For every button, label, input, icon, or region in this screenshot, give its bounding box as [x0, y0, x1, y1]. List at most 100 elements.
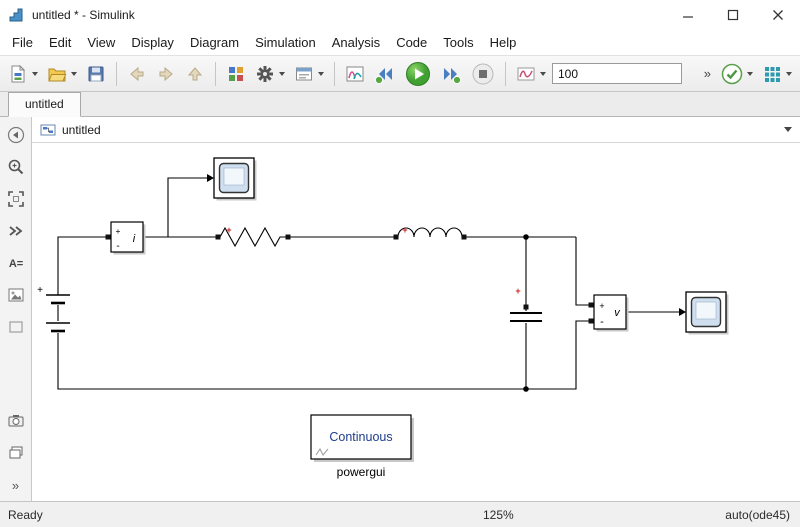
run-icon [406, 61, 430, 86]
tab-untitled[interactable]: untitled [8, 92, 81, 117]
junction-dot [523, 234, 529, 240]
gear-icon [257, 65, 273, 82]
model-configuration-button[interactable] [252, 60, 288, 88]
model-advisor-caret[interactable] [747, 71, 753, 76]
new-model-caret[interactable] [32, 71, 38, 76]
run-button[interactable] [402, 60, 434, 88]
status-solver[interactable]: auto(ode45) [725, 508, 790, 522]
image-button[interactable] [4, 283, 28, 307]
current-measurement-block[interactable]: + - i [110, 221, 146, 255]
step-back-button[interactable] [371, 60, 399, 88]
menu-help[interactable]: Help [482, 32, 525, 53]
close-button[interactable] [755, 0, 800, 30]
data-inspector-button[interactable] [342, 60, 368, 88]
stop-button[interactable] [468, 60, 498, 88]
scope-block-right[interactable] [685, 291, 729, 335]
hide-browser-button[interactable] [4, 123, 28, 147]
annotation-button[interactable]: A= [4, 251, 28, 275]
fit-to-view-button[interactable] [4, 187, 28, 211]
menu-view[interactable]: View [79, 32, 123, 53]
back-arrow-icon [130, 66, 144, 81]
model-advisor-button[interactable] [718, 60, 756, 88]
breadcrumb-dropdown-caret[interactable] [784, 127, 792, 132]
port-markers [105, 234, 594, 324]
build-grid-icon [765, 66, 780, 82]
save-button[interactable] [83, 60, 109, 88]
simulation-display-caret[interactable] [540, 71, 546, 76]
left-palette: A= » [0, 117, 32, 501]
maximize-button[interactable] [710, 0, 755, 30]
toolbar-separator [116, 61, 117, 86]
build-caret[interactable] [786, 71, 792, 76]
toolbar-separator [505, 61, 506, 86]
powergui-block[interactable]: Continuous powergui [310, 414, 414, 479]
double-arrow-icon [8, 226, 22, 236]
viewmarks-gallery-button[interactable] [4, 441, 28, 465]
palette-overflow-chevron[interactable]: » [4, 473, 28, 497]
status-state: Ready [8, 507, 43, 522]
powergui-name-label: powergui [337, 465, 386, 479]
model-settings-button[interactable] [291, 60, 327, 88]
capacitor-plus-label: + [515, 286, 520, 296]
box-icon [8, 321, 23, 333]
voltage-plus-label: + [599, 301, 604, 311]
title-bar: untitled * - Simulink [0, 0, 800, 30]
menu-tools[interactable]: Tools [435, 32, 481, 53]
voltage-measurement-block[interactable]: + - v [593, 294, 629, 332]
toolbar-separator [334, 61, 335, 86]
library-browser-icon [229, 66, 243, 81]
step-back-icon [375, 67, 392, 84]
model-canvas[interactable]: + + + + + - i + - v Continuous powergui [32, 143, 800, 501]
back-button[interactable] [124, 60, 150, 88]
menu-diagram[interactable]: Diagram [182, 32, 247, 53]
open-button[interactable] [44, 60, 80, 88]
stop-time-input[interactable] [552, 63, 682, 84]
capacitor-element[interactable] [510, 312, 542, 322]
circuit-wires[interactable] [57, 177, 680, 390]
viewmark-button[interactable] [4, 409, 28, 433]
image-icon [8, 288, 23, 302]
save-icon [88, 66, 104, 81]
current-plus-label: + [116, 226, 121, 236]
simulink-app-icon [8, 7, 26, 23]
signal-arrowhead [207, 174, 214, 182]
simulation-display-button[interactable] [513, 60, 549, 88]
toolbar-overflow-chevron[interactable]: » [700, 66, 715, 81]
step-forward-button[interactable] [437, 60, 465, 88]
toolbar: » [0, 55, 800, 92]
sample-time-button[interactable] [4, 219, 28, 243]
new-model-icon [11, 64, 26, 82]
stacked-views-icon [9, 446, 22, 459]
fit-view-icon [7, 191, 24, 207]
up-to-parent-button[interactable] [182, 60, 208, 88]
menu-simulation[interactable]: Simulation [247, 32, 324, 53]
scope-block-top[interactable] [213, 157, 257, 201]
model-file-icon [40, 124, 56, 135]
battery-plus-label: + [37, 285, 43, 296]
zoom-button[interactable] [4, 155, 28, 179]
open-caret[interactable] [71, 71, 77, 76]
new-model-button[interactable] [5, 60, 41, 88]
forward-arrow-icon [159, 66, 173, 81]
forward-button[interactable] [153, 60, 179, 88]
model-settings-caret[interactable] [318, 71, 324, 76]
area-box-button[interactable] [4, 315, 28, 339]
build-button[interactable] [759, 60, 795, 88]
menu-code[interactable]: Code [388, 32, 435, 53]
toolbar-separator [215, 61, 216, 86]
minimize-button[interactable] [665, 0, 710, 30]
menu-analysis[interactable]: Analysis [324, 32, 388, 53]
step-forward-icon [444, 67, 461, 84]
dc-voltage-source-block[interactable]: + [37, 285, 70, 333]
library-browser-button[interactable] [223, 60, 249, 88]
zoom-icon [8, 159, 23, 175]
close-icon [772, 10, 783, 20]
check-icon [721, 63, 743, 84]
panel-toggle-icon [7, 126, 24, 144]
model-configuration-caret[interactable] [279, 71, 285, 76]
menu-edit[interactable]: Edit [41, 32, 79, 53]
menu-display[interactable]: Display [123, 32, 182, 53]
breadcrumb-current[interactable]: untitled [62, 123, 101, 137]
inductor-plus-label: + [402, 225, 407, 235]
menu-file[interactable]: File [4, 32, 41, 53]
